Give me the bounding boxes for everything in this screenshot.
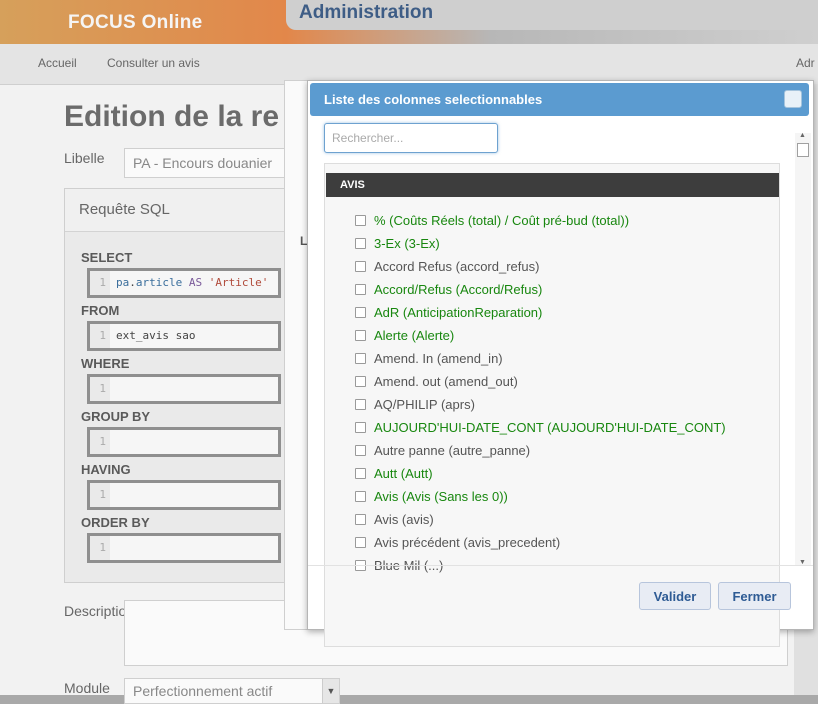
column-option[interactable]: Autre panne (autre_panne) xyxy=(355,440,775,463)
from-editor[interactable]: 1 ext_avis sao xyxy=(87,321,281,351)
checkbox[interactable] xyxy=(355,468,366,479)
checkbox[interactable] xyxy=(355,491,366,502)
close-icon[interactable] xyxy=(784,90,802,108)
module-label: Module xyxy=(64,680,110,696)
nav-bar: Accueil Consulter un avis Adr xyxy=(0,44,818,85)
select-code: pa.article AS 'Article' xyxy=(116,276,269,289)
having-editor[interactable]: 1 xyxy=(87,480,281,510)
column-option-label: AUJOURD'HUI-DATE_CONT (AUJOURD'HUI-DATE_… xyxy=(374,420,726,435)
column-picker-modal: Liste des colonnes selectionnables AVIS … xyxy=(307,80,814,647)
checkbox[interactable] xyxy=(355,284,366,295)
checkbox[interactable] xyxy=(355,376,366,387)
column-option-label: Avis précédent (avis_precedent) xyxy=(374,535,561,550)
column-option[interactable]: Amend. In (amend_in) xyxy=(355,348,775,371)
libelle-field[interactable]: PA - Encours douanier xyxy=(124,148,304,178)
description-label: Descriptio xyxy=(64,603,127,619)
sql-panel-header: Requête SQL xyxy=(65,189,305,232)
modal-footer-divider xyxy=(308,565,813,566)
module-value: Perfectionnement actif xyxy=(133,683,273,699)
column-option-label: Autre panne (autre_panne) xyxy=(374,443,531,458)
column-option-label: Amend. In (amend_in) xyxy=(374,351,503,366)
checkbox[interactable] xyxy=(355,537,366,548)
clause-label-group-by: GROUP BY xyxy=(81,409,151,424)
libelle-label: Libelle xyxy=(64,150,105,166)
nav-item-admin[interactable]: Adr xyxy=(796,56,815,70)
line-number: 1 xyxy=(90,483,110,507)
modal-title: Liste des colonnes selectionnables xyxy=(324,92,543,107)
column-list: AVIS % (Coûts Réels (total) / Coût pré-b… xyxy=(324,163,780,647)
nav-item-consulter-avis[interactable]: Consulter un avis xyxy=(107,56,200,70)
scroll-up-icon[interactable]: ▲ xyxy=(799,132,806,139)
modal-header: Liste des colonnes selectionnables xyxy=(310,83,809,116)
list-scrollbar[interactable]: ▲ ▼ xyxy=(795,132,811,566)
checkbox[interactable] xyxy=(355,514,366,525)
column-option[interactable]: AUJOURD'HUI-DATE_CONT (AUJOURD'HUI-DATE_… xyxy=(355,417,775,440)
nav-item-accueil[interactable]: Accueil xyxy=(38,56,77,70)
column-option-label: Avis (Avis (Sans les 0)) xyxy=(374,489,508,504)
checkbox[interactable] xyxy=(355,422,366,433)
line-number: 1 xyxy=(90,324,110,348)
sql-panel: Requête SQL SELECT 1 pa.article AS 'Arti… xyxy=(64,188,306,583)
order-by-editor[interactable]: 1 xyxy=(87,533,281,563)
close-button[interactable]: Fermer xyxy=(718,582,791,610)
scroll-thumb[interactable] xyxy=(797,143,809,157)
column-option-label: Avis (avis) xyxy=(374,512,434,527)
column-option[interactable]: % (Coûts Réels (total) / Coût pré-bud (t… xyxy=(355,210,775,233)
checkbox[interactable] xyxy=(355,261,366,272)
column-option[interactable]: Amend. out (amend_out) xyxy=(355,371,775,394)
column-option-label: % (Coûts Réels (total) / Coût pré-bud (t… xyxy=(374,213,630,228)
column-option[interactable]: Blue Mil (...) xyxy=(355,555,775,578)
checkbox[interactable] xyxy=(355,353,366,364)
column-option-label: Alerte (Alerte) xyxy=(374,328,455,343)
clause-label-where: WHERE xyxy=(81,356,130,371)
column-option[interactable]: AdR (AnticipationReparation) xyxy=(355,302,775,325)
search-input[interactable] xyxy=(324,123,498,153)
clause-label-having: HAVING xyxy=(81,462,131,477)
group-by-editor[interactable]: 1 xyxy=(87,427,281,457)
column-option[interactable]: Avis (Avis (Sans les 0)) xyxy=(355,486,775,509)
validate-button[interactable]: Valider xyxy=(639,582,711,610)
select-editor[interactable]: 1 pa.article AS 'Article' xyxy=(87,268,281,298)
module-select[interactable]: Perfectionnement actif ▼ xyxy=(124,678,340,704)
where-editor[interactable]: 1 xyxy=(87,374,281,404)
column-option-label: Autt (Autt) xyxy=(374,466,433,481)
column-option-label: Accord Refus (accord_refus) xyxy=(374,259,540,274)
column-option[interactable]: Accord Refus (accord_refus) xyxy=(355,256,775,279)
chevron-down-icon[interactable]: ▼ xyxy=(322,679,339,703)
libelle-value: PA - Encours douanier xyxy=(133,155,273,171)
column-option-label: AdR (AnticipationReparation) xyxy=(374,305,543,320)
clause-label-order-by: ORDER BY xyxy=(81,515,150,530)
section-title: Administration xyxy=(299,2,434,23)
clause-label-from: FROM xyxy=(81,303,120,318)
column-option[interactable]: Avis précédent (avis_precedent) xyxy=(355,532,775,555)
column-option-label: Accord/Refus (Accord/Refus) xyxy=(374,282,543,297)
group-header-avis: AVIS xyxy=(326,173,779,197)
column-option-label: 3-Ex (3-Ex) xyxy=(374,236,440,251)
sql-panel-title: Requête SQL xyxy=(79,201,170,218)
checkbox[interactable] xyxy=(355,399,366,410)
column-option[interactable]: Accord/Refus (Accord/Refus) xyxy=(355,279,775,302)
checkbox[interactable] xyxy=(355,307,366,318)
checkbox[interactable] xyxy=(355,238,366,249)
from-code: ext_avis sao xyxy=(116,329,196,342)
line-number: 1 xyxy=(90,377,110,401)
column-items: % (Coûts Réels (total) / Coût pré-bud (t… xyxy=(355,210,775,578)
checkbox[interactable] xyxy=(355,445,366,456)
column-option-label: AQ/PHILIP (aprs) xyxy=(374,397,475,412)
column-option[interactable]: Avis (avis) xyxy=(355,509,775,532)
checkbox[interactable] xyxy=(355,215,366,226)
line-number: 1 xyxy=(90,536,110,560)
column-option[interactable]: 3-Ex (3-Ex) xyxy=(355,233,775,256)
line-number: 1 xyxy=(90,271,110,295)
checkbox[interactable] xyxy=(355,330,366,341)
clause-label-select: SELECT xyxy=(81,250,133,265)
column-option-label: Amend. out (amend_out) xyxy=(374,374,518,389)
line-number: 1 xyxy=(90,430,110,454)
column-option[interactable]: AQ/PHILIP (aprs) xyxy=(355,394,775,417)
page-title: Edition de la re xyxy=(64,100,280,133)
brand-logo[interactable]: FOCUS Online xyxy=(68,12,203,34)
column-option[interactable]: Alerte (Alerte) xyxy=(355,325,775,348)
column-option[interactable]: Autt (Autt) xyxy=(355,463,775,486)
